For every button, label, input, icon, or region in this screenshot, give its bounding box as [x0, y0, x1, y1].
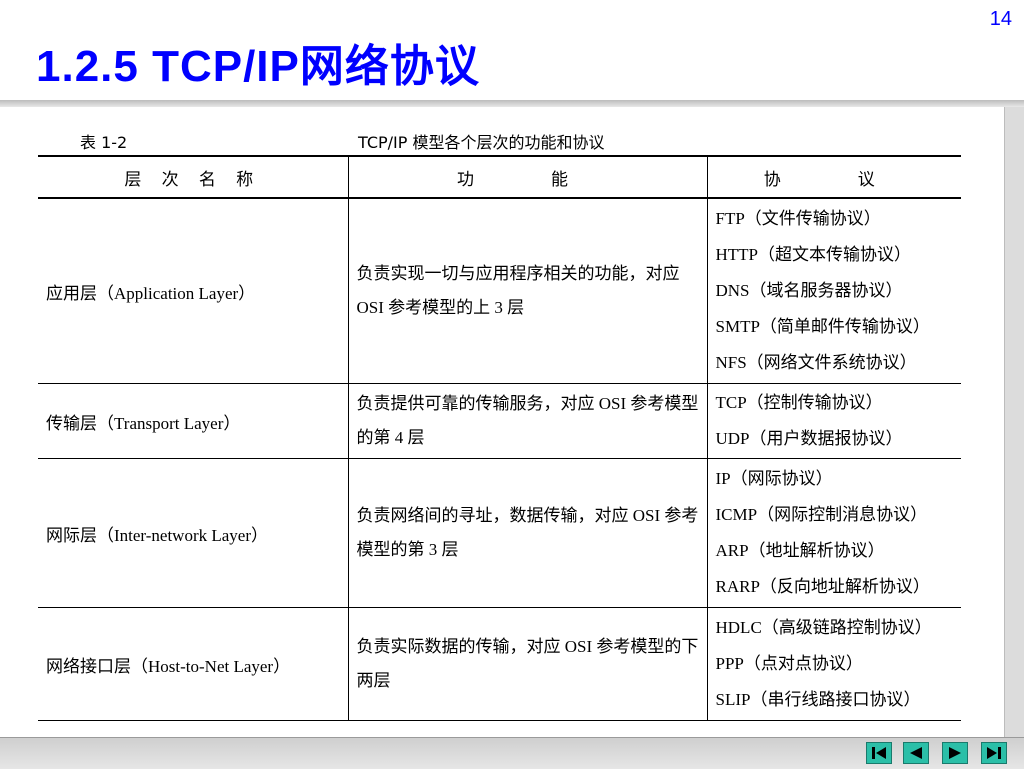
- document-scroll-edge: [1004, 107, 1024, 737]
- protocol-table: 层 次 名 称 功 能 协 议 应用层（Application Layer） 负…: [38, 155, 961, 721]
- protocol-item: FTP（文件传输协议）: [715, 209, 881, 228]
- protocol-item: ARP（地址解析协议）: [715, 541, 885, 560]
- function-cell: 负责实现一切与应用程序相关的功能，对应 OSI 参考模型的上 3 层: [347, 197, 708, 384]
- table-row: 网络接口层（Host-to-Net Layer） 负责实际数据的传输，对应 OS…: [38, 607, 961, 721]
- protocol-item: NFS（网络文件系统协议）: [715, 353, 917, 372]
- title-divider: [0, 100, 1024, 107]
- function-cell: 负责实际数据的传输，对应 OSI 参考模型的下两层: [347, 607, 708, 721]
- header-protocol: 协 议: [706, 155, 961, 199]
- protocol-item: SMTP（简单邮件传输协议）: [715, 317, 930, 336]
- slide-title: 1.2.5 TCP/IP网络协议: [36, 42, 480, 91]
- last-slide-button[interactable]: [981, 742, 1007, 764]
- protocol-list: TCP（控制传输协议） UDP（用户数据报协议）: [716, 385, 954, 457]
- protocols-cell: HDLC（高级链路控制协议） PPP（点对点协议） SLIP（串行线路接口协议）: [706, 607, 961, 721]
- protocol-item: ICMP（网际控制消息协议）: [715, 505, 928, 524]
- layer-name-cell: 网际层（Inter-network Layer）: [38, 458, 349, 608]
- protocol-item: SLIP（串行线路接口协议）: [715, 690, 921, 709]
- next-slide-icon: [949, 747, 961, 759]
- protocols-cell: TCP（控制传输协议） UDP（用户数据报协议）: [706, 383, 961, 459]
- protocol-item: DNS（域名服务器协议）: [715, 281, 903, 300]
- layer-name-cell: 传输层（Transport Layer）: [38, 383, 349, 459]
- protocol-item: HTTP（超文本传输协议）: [715, 245, 912, 264]
- header-layer-name: 层 次 名 称: [38, 155, 349, 199]
- function-cell: 负责网络间的寻址，数据传输，对应 OSI 参考模型的第 3 层: [347, 458, 708, 608]
- protocol-item: UDP（用户数据报协议）: [715, 429, 903, 448]
- table-row: 传输层（Transport Layer） 负责提供可靠的传输服务，对应 OSI …: [38, 383, 961, 459]
- protocol-list: IP（网际协议） ICMP（网际控制消息协议） ARP（地址解析协议） RARP…: [716, 461, 954, 605]
- table-header-row: 层 次 名 称 功 能 协 议: [38, 155, 961, 199]
- protocol-list: HDLC（高级链路控制协议） PPP（点对点协议） SLIP（串行线路接口协议）: [716, 610, 954, 718]
- first-slide-icon: [872, 747, 886, 759]
- protocols-cell: FTP（文件传输协议） HTTP（超文本传输协议） DNS（域名服务器协议） S…: [706, 197, 961, 384]
- previous-slide-icon: [910, 747, 922, 759]
- protocol-item: HDLC（高级链路控制协议）: [715, 618, 932, 637]
- function-cell: 负责提供可靠的传输服务，对应 OSI 参考模型的第 4 层: [347, 383, 708, 459]
- protocol-item: RARP（反向地址解析协议）: [715, 577, 930, 596]
- protocol-item: PPP（点对点协议）: [715, 654, 863, 673]
- next-slide-button[interactable]: [942, 742, 968, 764]
- last-slide-icon: [987, 747, 1001, 759]
- page-number: 14: [989, 8, 1012, 30]
- layer-name-cell: 网络接口层（Host-to-Net Layer）: [38, 607, 349, 721]
- table-caption: TCP/IP 模型各个层次的功能和协议: [358, 133, 605, 152]
- protocols-cell: IP（网际协议） ICMP（网际控制消息协议） ARP（地址解析协议） RARP…: [706, 458, 961, 608]
- layer-name-cell: 应用层（Application Layer）: [38, 197, 349, 384]
- header-function: 功 能: [347, 155, 708, 199]
- protocol-list: FTP（文件传输协议） HTTP（超文本传输协议） DNS（域名服务器协议） S…: [716, 201, 954, 381]
- protocol-item: TCP（控制传输协议）: [715, 393, 883, 412]
- protocol-item: IP（网际协议）: [715, 469, 833, 488]
- document-area: 表 1-2 TCP/IP 模型各个层次的功能和协议 层 次 名 称 功 能 协 …: [0, 107, 1024, 737]
- first-slide-button[interactable]: [866, 742, 892, 764]
- table-label: 表 1-2: [80, 133, 128, 152]
- table-row: 应用层（Application Layer） 负责实现一切与应用程序相关的功能，…: [38, 197, 961, 384]
- table-row: 网际层（Inter-network Layer） 负责网络间的寻址，数据传输，对…: [38, 458, 961, 608]
- previous-slide-button[interactable]: [903, 742, 929, 764]
